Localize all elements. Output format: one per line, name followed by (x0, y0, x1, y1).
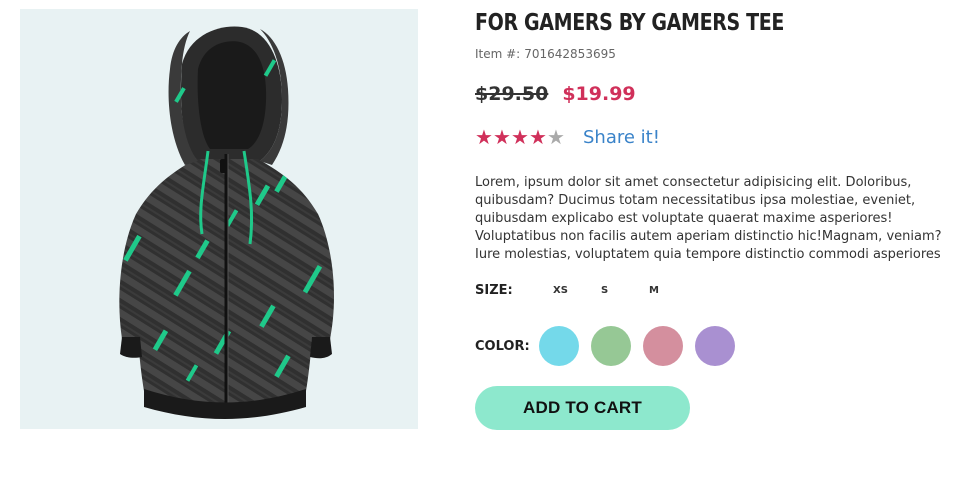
price-block: $29.50 $19.99 (475, 83, 636, 105)
item-number-value: 701642853695 (524, 47, 616, 61)
size-option-s[interactable]: S (601, 285, 649, 296)
star-icon: ★ (475, 125, 493, 149)
color-swatch-blue[interactable] (539, 326, 579, 366)
star-icon: ★ (529, 125, 547, 149)
color-swatch-pink[interactable] (643, 326, 683, 366)
star-icon: ★ (547, 125, 565, 149)
old-price: $29.50 (475, 83, 549, 105)
hoodie-illustration (119, 26, 334, 419)
rating-row: ★ ★ ★ ★ ★ Share it! (475, 126, 660, 148)
size-label: SIZE: (475, 283, 513, 298)
star-icon: ★ (511, 125, 529, 149)
sale-price: $19.99 (562, 83, 636, 105)
item-number-label: Item #: (475, 47, 521, 61)
product-description: Lorem, ipsum dolor sit amet consectetur … (475, 175, 942, 262)
star-icon: ★ (493, 125, 511, 149)
color-swatch-green[interactable] (591, 326, 631, 366)
color-swatch-purple[interactable] (695, 326, 735, 366)
size-selector: SIZE: XS S M (475, 283, 697, 298)
size-option-m[interactable]: M (649, 285, 697, 296)
product-image (20, 9, 418, 429)
size-option-xs[interactable]: XS (553, 285, 601, 296)
product-title: FOR GAMERS BY GAMERS TEE (475, 10, 785, 36)
color-label: COLOR: (475, 338, 530, 354)
color-selector: COLOR: (475, 326, 747, 366)
add-to-cart-button[interactable]: ADD TO CART (475, 386, 690, 430)
share-link[interactable]: Share it! (583, 127, 660, 148)
item-number: Item #: 701642853695 (475, 47, 616, 61)
